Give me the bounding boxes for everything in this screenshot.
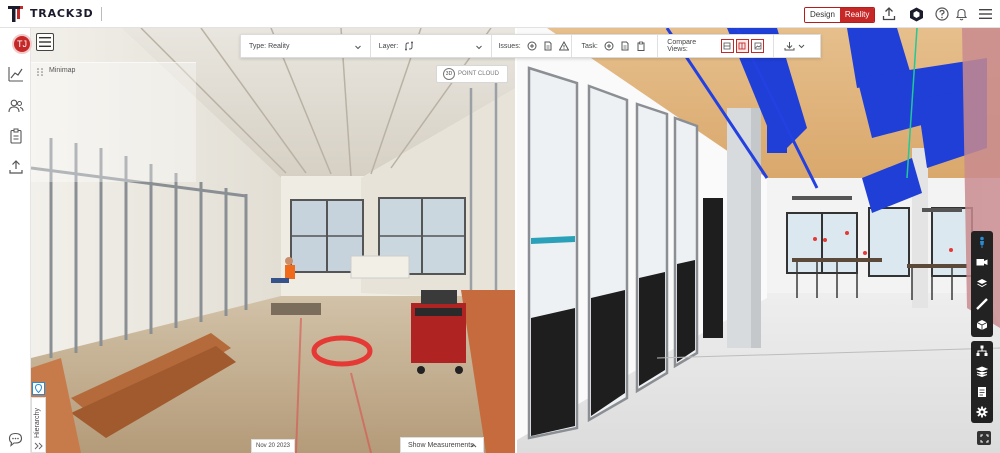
layer-path-icon: [404, 41, 414, 51]
menu-icon[interactable]: [977, 6, 993, 22]
bell-icon[interactable]: [953, 6, 969, 22]
track3d-logo-icon: [8, 5, 23, 22]
type-dropdown[interactable]: Type: Reality: [241, 35, 371, 57]
users-icon[interactable]: [8, 98, 24, 114]
chevron-down-icon: [798, 44, 805, 49]
viewer-tools-group-1: [971, 231, 993, 337]
type-dropdown-label: Type: Reality: [249, 42, 290, 50]
view-toolbar: Type: Reality Layer: Issues: Task: Compa…: [240, 34, 821, 58]
design-mode-button[interactable]: Design: [805, 8, 840, 22]
layer-label: Layer:: [378, 42, 399, 50]
bim-model-scene: [517, 28, 1000, 453]
user-avatar[interactable]: TJ: [12, 34, 32, 54]
task-section: Task:: [572, 35, 659, 57]
download-dropdown[interactable]: [774, 35, 820, 57]
download-icon: [784, 42, 795, 51]
show-measurements-label: Show Measurements: [408, 441, 474, 449]
video-icon[interactable]: [974, 254, 990, 270]
show-measurements-toggle[interactable]: Show Measurements: [400, 437, 484, 453]
hex-badge-icon[interactable]: [908, 6, 924, 22]
viewer-tools-group-2: [971, 341, 993, 423]
minimap-panel[interactable]: Minimap: [31, 62, 196, 182]
compare-split-view-button[interactable]: [735, 39, 749, 53]
issue-list-icon[interactable]: [543, 41, 553, 51]
issues-label: Issues:: [498, 42, 521, 50]
clipboard-icon[interactable]: [8, 128, 24, 144]
issues-section: Issues:: [492, 35, 573, 57]
compare-views-label: Compare Views:: [667, 39, 697, 53]
capture-date-selector[interactable]: Nov 20 2023: [251, 439, 295, 453]
upload-icon[interactable]: [8, 159, 24, 175]
hierarchy-icon[interactable]: [974, 343, 990, 359]
help-icon[interactable]: [934, 6, 950, 22]
task-label: Task:: [581, 42, 598, 50]
compare-single-view-button[interactable]: [720, 39, 734, 53]
drag-handle-icon[interactable]: [36, 68, 44, 76]
point-cloud-button[interactable]: 3D POINT CLOUD: [436, 65, 508, 83]
upload-icon[interactable]: [881, 6, 897, 22]
pointcloud-3d-icon: 3D: [443, 68, 455, 80]
compare-image-view-button[interactable]: [750, 39, 765, 53]
minimap-label: Minimap: [49, 67, 76, 74]
warning-icon[interactable]: [558, 41, 569, 51]
gear-icon[interactable]: [974, 404, 990, 420]
cube-icon[interactable]: [974, 317, 990, 333]
brand-name: TRACK3D: [30, 7, 94, 20]
layers-icon[interactable]: [974, 275, 990, 291]
design-view[interactable]: [517, 28, 1000, 453]
fullscreen-icon[interactable]: [977, 431, 991, 445]
map-pin-icon[interactable]: [32, 382, 45, 395]
compare-views-section: Compare Views:: [658, 35, 775, 57]
brand-logo[interactable]: TRACK3D: [8, 5, 103, 23]
task-clipboard-icon[interactable]: [636, 41, 646, 51]
hierarchy-label: Hierarchy: [34, 408, 41, 438]
brand-divider: [101, 6, 103, 21]
file-icon[interactable]: [974, 384, 990, 400]
add-issue-icon[interactable]: [527, 41, 537, 51]
chevron-down-icon: [354, 45, 361, 50]
expand-icon[interactable]: [34, 442, 43, 450]
reality-mode-button[interactable]: Reality: [839, 8, 875, 22]
app-root: TRACK3D Design Reality TJ Minimap 3D POI…: [0, 0, 1000, 453]
task-file-icon[interactable]: [620, 41, 630, 51]
mode-toggle: Design Reality: [804, 7, 876, 23]
list-icon: [39, 37, 51, 47]
add-task-icon[interactable]: [604, 41, 614, 51]
chat-icon[interactable]: [8, 432, 23, 447]
pointcloud-label: POINT CLOUD: [458, 71, 499, 77]
layer-dropdown[interactable]: Layer:: [371, 35, 493, 57]
top-bar: TRACK3D Design Reality: [0, 0, 1000, 28]
compare-divider[interactable]: [515, 28, 517, 453]
person-icon[interactable]: [974, 234, 990, 250]
ruler-icon[interactable]: [974, 296, 990, 312]
hierarchy-panel[interactable]: Hierarchy: [31, 397, 46, 453]
chevron-up-icon: [470, 443, 477, 448]
left-sidebar: [0, 28, 31, 453]
chart-icon[interactable]: [8, 66, 24, 82]
stack-icon[interactable]: [974, 363, 990, 379]
list-view-toggle-button[interactable]: [36, 33, 54, 51]
chevron-down-icon: [476, 45, 483, 50]
